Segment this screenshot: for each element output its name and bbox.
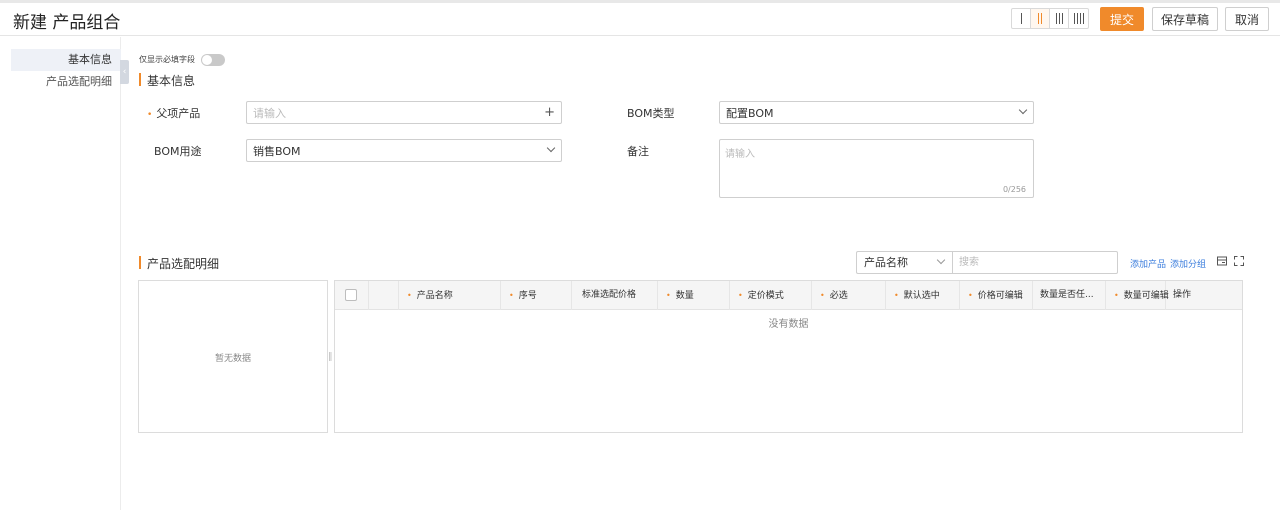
- table-settings-icon[interactable]: [1217, 256, 1227, 266]
- select-all-checkbox[interactable]: [345, 289, 357, 301]
- product-detail-section-title: 产品选配明细: [139, 255, 219, 272]
- search-field-select[interactable]: 产品名称: [856, 251, 953, 274]
- layout-3-column-button[interactable]: [1050, 9, 1069, 28]
- fullscreen-icon[interactable]: [1234, 256, 1244, 266]
- page-title: 新建 产品组合: [13, 13, 121, 33]
- required-only-toggle[interactable]: [201, 54, 225, 66]
- layout-4-column-button[interactable]: [1069, 9, 1088, 28]
- column-header[interactable]: • 必选: [812, 281, 886, 310]
- group-empty-text: 暂无数据: [214, 354, 251, 364]
- column-header[interactable]: 数量是否任...: [1033, 281, 1106, 310]
- nav-item-product-detail[interactable]: 产品选配明细: [11, 71, 121, 93]
- column-layout-switcher: [1011, 8, 1089, 29]
- page-header: 新建 产品组合 提交 保存草稿 取消: [0, 3, 1280, 36]
- collapse-nav-button[interactable]: ‹: [120, 60, 129, 84]
- add-product-link[interactable]: 添加产品: [1130, 257, 1166, 270]
- search-input[interactable]: 搜索: [952, 251, 1118, 274]
- table-header: • 产品名称 • 序号 标准选配价格 • 数量 • 定价模式 • 必选 • 默认选中 • 价格…: [335, 281, 1242, 310]
- required-marker: •: [147, 110, 153, 120]
- chevron-down-icon: [546, 143, 556, 153]
- parent-product-label: • 父项产品: [147, 107, 201, 120]
- char-counter: 0/256: [1002, 185, 1026, 194]
- expand-column: [369, 281, 399, 310]
- layout-1-column-button[interactable]: [1012, 9, 1031, 28]
- parent-product-input[interactable]: 请输入 +: [246, 101, 562, 124]
- bom-type-select[interactable]: 配置BOM: [719, 101, 1034, 124]
- group-tree-panel: 暂无数据: [138, 280, 328, 433]
- product-detail-table: • 产品名称 • 序号 标准选配价格 • 数量 • 定价模式 • 必选 • 默认选中 • 价格…: [334, 280, 1243, 433]
- column-header[interactable]: • 产品名称: [399, 281, 501, 310]
- basic-info-section-title: 基本信息: [139, 72, 195, 89]
- column-header[interactable]: • 数量可编辑: [1106, 281, 1169, 310]
- required-only-label: 仅显示必填字段: [139, 55, 195, 64]
- save-draft-button[interactable]: 保存草稿: [1152, 7, 1218, 31]
- column-header[interactable]: 标准选配价格: [572, 281, 658, 310]
- chevron-down-icon: [936, 255, 946, 265]
- column-header[interactable]: • 数量: [658, 281, 730, 310]
- column-header[interactable]: • 序号: [501, 281, 572, 310]
- chevron-down-icon: [1018, 105, 1028, 115]
- add-icon[interactable]: +: [544, 105, 555, 120]
- panel-resize-handle[interactable]: ‖: [328, 352, 333, 362]
- cancel-button[interactable]: 取消: [1225, 7, 1269, 31]
- column-header: 操作: [1173, 290, 1192, 300]
- column-header[interactable]: • 价格可编辑: [960, 281, 1033, 310]
- section-nav: 基本信息 产品选配明细: [0, 37, 121, 510]
- bom-usage-label: BOM用途: [154, 145, 202, 158]
- select-all-cell: [335, 281, 369, 310]
- bom-type-label: BOM类型: [627, 107, 675, 120]
- bom-usage-select[interactable]: 销售BOM: [246, 139, 562, 162]
- nav-item-basic-info[interactable]: 基本信息: [11, 49, 121, 71]
- table-empty-text: 没有数据: [768, 319, 809, 330]
- column-header[interactable]: • 默认选中: [886, 281, 960, 310]
- remark-label: 备注: [627, 145, 649, 158]
- remark-textarea[interactable]: 请输入 0/256: [719, 139, 1034, 198]
- column-header[interactable]: • 定价模式: [730, 281, 812, 310]
- submit-button[interactable]: 提交: [1100, 7, 1144, 31]
- add-group-link[interactable]: 添加分组: [1170, 257, 1206, 270]
- layout-2-column-button[interactable]: [1031, 9, 1050, 28]
